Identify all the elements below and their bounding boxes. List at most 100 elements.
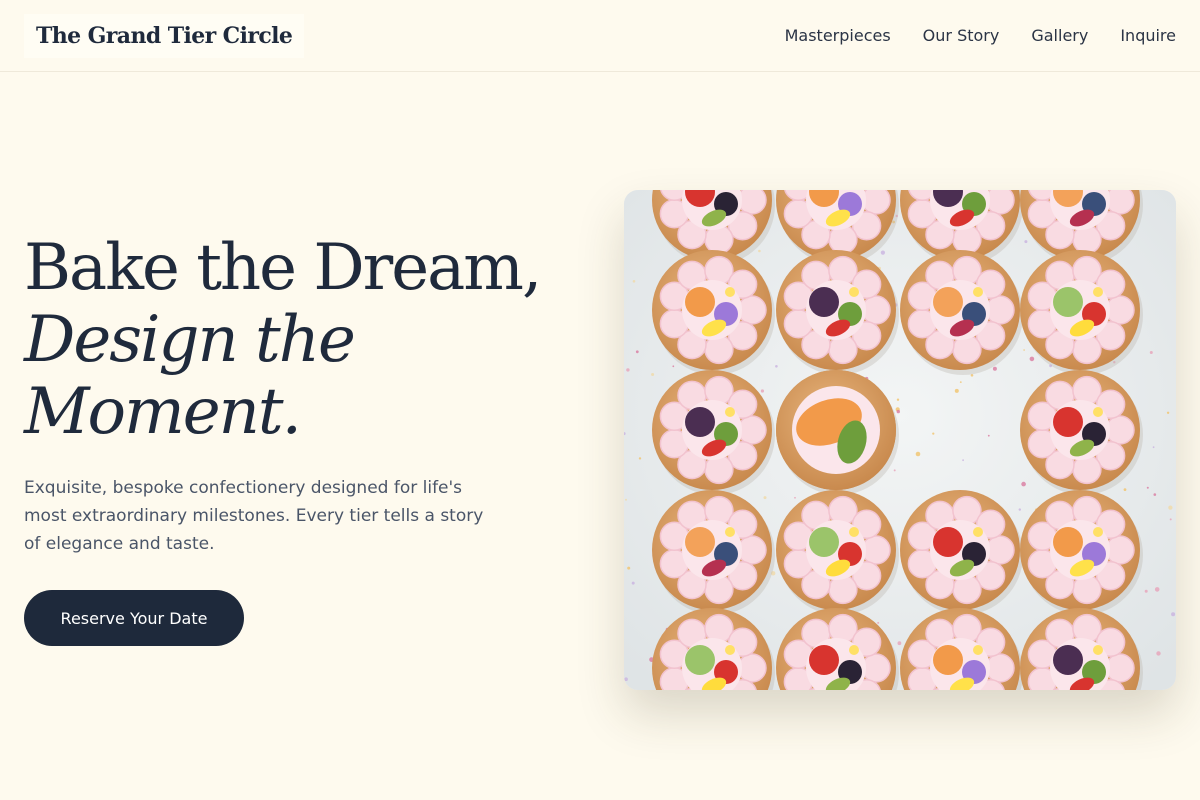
sprinkle [959, 381, 962, 383]
sprinkle [1171, 612, 1176, 617]
fruit-topping [809, 645, 839, 675]
sprinkle [775, 365, 778, 368]
nav-link-masterpieces[interactable]: Masterpieces [785, 24, 891, 48]
sprinkle [954, 388, 959, 393]
flower-center [973, 645, 983, 655]
pastry-illustration [624, 190, 1176, 690]
flower-center [849, 645, 859, 655]
fruit-topping [1053, 645, 1083, 675]
fruit-topping [933, 645, 963, 675]
flower-center [973, 287, 983, 297]
fruit-topping [933, 527, 963, 557]
sprinkle [893, 469, 896, 472]
cream-swirl [985, 190, 1015, 215]
nav-link-gallery[interactable]: Gallery [1031, 24, 1088, 48]
cream-swirl [861, 190, 891, 215]
sprinkle [987, 434, 990, 437]
flower-center [973, 527, 983, 537]
fruit-topping [1053, 407, 1083, 437]
flower-center [849, 527, 859, 537]
reserve-date-button[interactable]: Reserve Your Date [24, 590, 244, 646]
cream-swirl [985, 535, 1015, 565]
fruit-topping [933, 287, 963, 317]
sprinkle [1123, 488, 1127, 491]
sprinkle [1166, 411, 1170, 414]
cream-swirl [737, 295, 767, 325]
sprinkle [1146, 486, 1149, 489]
sprinkle [896, 398, 900, 401]
cream-swirl [1105, 653, 1135, 683]
fruit-topping [685, 407, 715, 437]
cream-swirl [737, 190, 767, 215]
cream-swirl [1105, 535, 1135, 565]
sprinkle [896, 409, 900, 414]
sprinkle [672, 365, 675, 368]
flower-center [1093, 287, 1103, 297]
sprinkle [1023, 349, 1025, 351]
cream-swirl [985, 295, 1015, 325]
sprinkle [1168, 505, 1173, 510]
flower-center [725, 287, 735, 297]
sprinkle [794, 496, 796, 499]
sprinkle [877, 621, 880, 624]
sprinkle [932, 432, 935, 435]
cream-swirl [737, 653, 767, 683]
sprinkle [897, 641, 902, 646]
sprinkle [1144, 589, 1148, 593]
sprinkle [1021, 481, 1026, 487]
fruit-topping [1053, 527, 1083, 557]
sprinkle [992, 366, 997, 371]
flower-center [725, 645, 735, 655]
flower-center [849, 287, 859, 297]
sprinkle [1018, 508, 1021, 511]
sprinkle [1174, 196, 1176, 198]
hero-subtitle: Exquisite, bespoke confectionery designe… [24, 478, 484, 554]
hero-title-line-2: Design the [24, 303, 356, 377]
sprinkle [1153, 493, 1157, 496]
sprinkle [626, 368, 630, 372]
sprinkle [627, 566, 631, 570]
flower-center [1093, 645, 1103, 655]
main-nav: Masterpieces Our Story Gallery Inquire [785, 24, 1176, 48]
cream-swirl [1105, 190, 1135, 215]
sprinkle [1029, 356, 1035, 362]
sprinkle [760, 389, 764, 393]
fruit-topping [685, 645, 715, 675]
cream-swirl [861, 295, 891, 325]
flower-center [725, 407, 735, 417]
cream-swirl [1105, 415, 1135, 445]
sprinkle [962, 459, 964, 462]
fruit-topping [809, 287, 839, 317]
sprinkle [1154, 587, 1160, 592]
nav-link-our-story[interactable]: Our Story [923, 24, 1000, 48]
fruit-topping [685, 527, 715, 557]
hero-title-line-3: Moment. [24, 375, 302, 449]
sprinkle [635, 350, 639, 354]
brand-logo[interactable]: The Grand Tier Circle [24, 14, 305, 58]
cream-swirl [985, 653, 1015, 683]
sprinkle [624, 677, 628, 681]
sprinkle [638, 457, 642, 460]
fruit-topping [1053, 287, 1083, 317]
cream-swirl [737, 415, 767, 445]
sprinkle [1149, 351, 1153, 354]
flower-center [725, 527, 735, 537]
sprinkle [880, 250, 885, 255]
sprinkle [1152, 446, 1155, 449]
flower-center [1093, 407, 1103, 417]
nav-link-inquire[interactable]: Inquire [1120, 24, 1176, 48]
fruit-topping [809, 527, 839, 557]
sprinkle [915, 451, 921, 457]
cream-swirl [1105, 295, 1135, 325]
sprinkle [1024, 240, 1028, 244]
hero-title-line-1: Bake the Dream, [24, 231, 542, 305]
sprinkle [1156, 651, 1161, 656]
cream-swirl [737, 535, 767, 565]
sprinkle [758, 249, 761, 253]
cream-swirl [861, 653, 891, 683]
fruit-topping [685, 287, 715, 317]
sprinkle [651, 373, 655, 376]
sprinkle [631, 581, 635, 585]
pastry [776, 370, 896, 490]
sprinkle [763, 496, 767, 500]
